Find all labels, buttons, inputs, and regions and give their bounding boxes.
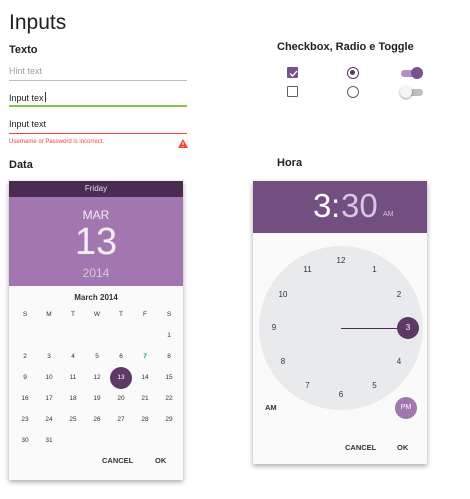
radio-unselected[interactable] — [347, 86, 359, 98]
am-button[interactable]: AM — [265, 403, 277, 412]
clock-hour-number[interactable]: 2 — [391, 290, 407, 300]
calendar-day[interactable]: 20 — [111, 395, 131, 402]
toggles-heading: Checkbox, Radio e Toggle — [277, 41, 414, 53]
calendar-day[interactable]: 11 — [63, 374, 83, 381]
field-underline — [9, 80, 187, 81]
clock-hour-number[interactable]: 8 — [275, 357, 291, 367]
calendar-day[interactable]: 19 — [87, 395, 107, 402]
clock-hour-number[interactable]: 9 — [266, 323, 282, 333]
time-hour[interactable]: 3 — [313, 187, 331, 225]
field-underline-focused — [9, 105, 187, 107]
calendar-weekday-letter: T — [119, 311, 123, 318]
time-minute[interactable]: 30 — [341, 187, 378, 225]
calendar-day[interactable]: 8 — [159, 353, 179, 360]
calendar-day[interactable]: 12 — [87, 374, 107, 381]
clock-hour-number[interactable]: 12 — [333, 256, 349, 266]
pm-button[interactable]: PM — [395, 397, 417, 419]
clock-selected-hour[interactable]: 3 — [397, 317, 419, 339]
checkbox-checked[interactable] — [287, 67, 298, 78]
calendar-weekday-letter: T — [71, 311, 75, 318]
calendar-day[interactable]: 29 — [159, 416, 179, 423]
calendar-grid: March 2014 CANCEL OK S M T W T F S 1 2 3 4 5 6 7 8 9 10 1… — [9, 286, 183, 480]
warning-icon — [178, 139, 188, 148]
toggle-knob — [411, 67, 423, 79]
date-picker-day[interactable]: 13 — [9, 220, 183, 264]
focused-input-field[interactable]: Input tex — [9, 89, 187, 107]
time-separator: : — [331, 187, 341, 224]
texto-heading: Texto — [9, 44, 38, 56]
focused-input-value: Input tex — [9, 92, 46, 103]
calendar-day[interactable]: 17 — [39, 395, 59, 402]
date-picker-year[interactable]: 2014 — [9, 266, 183, 280]
time-picker-dialog: 3 : 30 AM 12 1 2 3 4 5 6 7 8 9 10 11 AM PM CANCEL O… — [253, 181, 427, 464]
clock-hour-number[interactable]: 6 — [333, 390, 349, 400]
text-caret — [44, 92, 46, 102]
date-cancel-button[interactable]: CANCEL — [102, 456, 133, 465]
calendar-day[interactable]: 22 — [159, 395, 179, 402]
calendar-day[interactable]: 18 — [63, 395, 83, 402]
calendar-day[interactable]: 23 — [15, 416, 35, 423]
clock-hour-number[interactable]: 1 — [367, 265, 383, 275]
time-cancel-button[interactable]: CANCEL — [345, 443, 376, 452]
calendar-day[interactable]: 9 — [15, 374, 35, 381]
time-picker-header: 3 : 30 AM — [253, 181, 427, 233]
checkbox-unchecked[interactable] — [287, 86, 298, 97]
calendar-day[interactable]: 14 — [135, 374, 155, 381]
hint-text-field[interactable]: Hint text — [9, 63, 187, 81]
toggle-knob — [400, 86, 412, 98]
calendar-month-title: March 2014 — [74, 293, 118, 302]
radio-selected[interactable] — [347, 67, 359, 79]
error-message: Username or Password is incorrect. — [9, 139, 105, 145]
error-input-value: Input text — [9, 119, 47, 129]
clock-hour-number[interactable]: 5 — [367, 381, 383, 391]
calendar-day[interactable]: 7 — [135, 353, 155, 360]
calendar-day[interactable]: 13 — [111, 374, 131, 381]
clock-hour-number[interactable]: 11 — [300, 265, 316, 275]
clock-hour-number[interactable]: 4 — [391, 357, 407, 367]
hint-text-placeholder: Hint text — [9, 66, 43, 76]
calendar-day[interactable]: 2 — [15, 353, 35, 360]
calendar-day[interactable]: 10 — [39, 374, 59, 381]
toggle-on[interactable] — [400, 67, 424, 79]
calendar-day[interactable]: 27 — [111, 416, 131, 423]
calendar-weekday-letter: S — [166, 311, 172, 318]
calendar-day[interactable]: 16 — [15, 395, 35, 402]
calendar-day[interactable]: 25 — [63, 416, 83, 423]
calendar-day[interactable]: 24 — [39, 416, 59, 423]
clock-hour-number[interactable]: 7 — [300, 381, 316, 391]
time-ok-button[interactable]: OK — [397, 443, 408, 452]
check-icon — [289, 70, 298, 78]
date-picker-weekday: Friday — [9, 181, 183, 197]
calendar-day[interactable]: 28 — [135, 416, 155, 423]
calendar-day[interactable]: 15 — [159, 374, 179, 381]
calendar-day[interactable]: 5 — [87, 353, 107, 360]
toggle-off[interactable] — [400, 86, 424, 98]
calendar-day[interactable]: 21 — [135, 395, 155, 402]
calendar-weekday-letter: W — [93, 311, 101, 318]
calendar-day[interactable]: 4 — [63, 353, 83, 360]
calendar-weekday-letter: M — [46, 311, 52, 318]
calendar-day[interactable]: 1 — [159, 332, 179, 339]
clock-dial[interactable]: 12 1 2 3 4 5 6 7 8 9 10 11 — [259, 246, 423, 410]
calendar-weekday-letter: F — [143, 311, 147, 318]
calendar-weekday-letter: S — [22, 311, 28, 318]
clock-hour-number[interactable]: 10 — [275, 290, 291, 300]
calendar-day[interactable]: 30 — [15, 437, 35, 444]
calendar-day[interactable]: 6 — [111, 353, 131, 360]
field-underline-error — [9, 133, 187, 134]
error-input-field[interactable]: Input text — [9, 116, 187, 134]
date-ok-button[interactable]: OK — [155, 456, 166, 465]
data-heading: Data — [9, 159, 33, 171]
page-title: Inputs — [9, 11, 67, 34]
time-period: AM — [383, 211, 394, 218]
calendar-day[interactable]: 3 — [39, 353, 59, 360]
calendar-day[interactable]: 26 — [87, 416, 107, 423]
calendar-day[interactable]: 31 — [39, 437, 59, 444]
date-picker-header: MAR 13 2014 — [9, 197, 183, 286]
hora-heading: Hora — [277, 157, 303, 169]
